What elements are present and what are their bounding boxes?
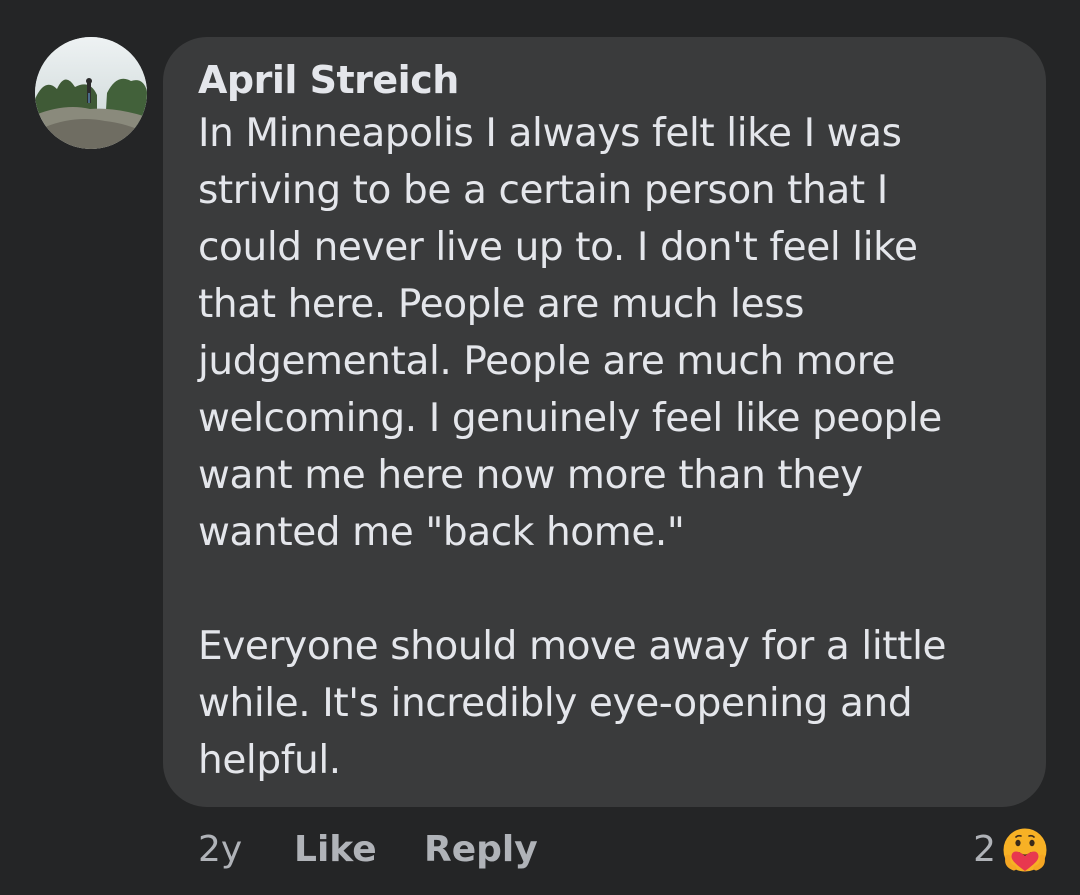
comment-line: striving to be a certain person that I xyxy=(198,168,888,213)
avatar-photo xyxy=(35,37,147,149)
reaction-count: 2 xyxy=(973,829,996,870)
comment-timestamp[interactable]: 2y xyxy=(198,822,242,878)
comment-line: helpful. xyxy=(198,738,341,783)
comment-actions: 2y Like Reply 2 xyxy=(0,822,1080,878)
comment-bubble: April Streich In Minneapolis I always fe… xyxy=(163,37,1046,807)
comment-line: wanted me "back home." xyxy=(198,510,685,555)
comment-line: judgemental. People are much more xyxy=(198,339,896,384)
like-button[interactable]: Like xyxy=(294,822,377,878)
author-avatar[interactable] xyxy=(35,37,147,149)
comment-line: while. It's incredibly eye-opening and xyxy=(198,681,913,726)
comment-line: Everyone should move away for a little xyxy=(198,624,947,669)
care-emoji-icon xyxy=(1002,827,1048,873)
comment-line: In Minneapolis I always felt like I was xyxy=(198,111,902,156)
comment: April Streich In Minneapolis I always fe… xyxy=(0,0,1080,895)
reply-button[interactable]: Reply xyxy=(424,822,538,878)
comment-line: welcoming. I genuinely feel like people xyxy=(198,396,942,441)
comment-line: want me here now more than they xyxy=(198,453,863,498)
author-name[interactable]: April Streich xyxy=(198,55,1016,105)
comment-text: In Minneapolis I always felt like I was … xyxy=(198,105,1016,789)
comment-line: that here. People are much less xyxy=(198,282,805,327)
comment-line: could never live up to. I don't feel lik… xyxy=(198,225,918,270)
reactions-summary[interactable]: 2 xyxy=(973,822,1048,878)
